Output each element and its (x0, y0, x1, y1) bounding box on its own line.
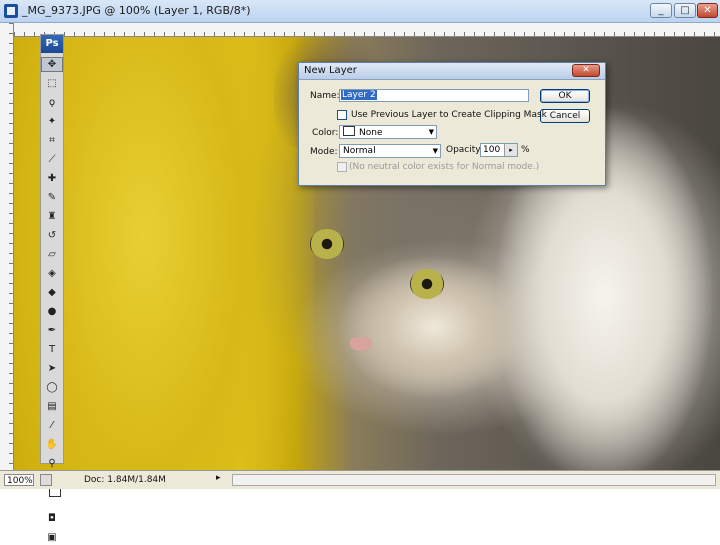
restore-button[interactable]: □ (674, 3, 696, 18)
cat-right-eye (410, 269, 444, 299)
shape-tool-icon[interactable]: ◯ (41, 380, 63, 395)
marquee-tool-icon[interactable]: ⬚ (41, 76, 63, 91)
minimize-button[interactable]: _ (650, 3, 672, 18)
opacity-input[interactable]: 100 ▸ (480, 143, 518, 157)
horizontal-scrollbar[interactable] (232, 474, 716, 486)
dialog-titlebar: New Layer ✕ (299, 63, 605, 80)
brush-tool-icon[interactable]: ✎ (41, 190, 63, 205)
history-brush-tool-icon[interactable]: ↺ (41, 228, 63, 243)
dialog-close-button[interactable]: ✕ (572, 64, 600, 77)
healing-brush-tool-icon[interactable]: ✚ (41, 171, 63, 186)
paint-bucket-tool-icon[interactable]: ◈ (41, 266, 63, 281)
status-menu-arrow-icon[interactable]: ▸ (216, 473, 221, 483)
move-tool-icon[interactable]: ✥ (41, 57, 63, 72)
layer-name-value: Layer 2 (341, 90, 377, 100)
photoshop-doc-icon (4, 4, 18, 18)
magic-wand-tool-icon[interactable]: ✦ (41, 114, 63, 129)
eyedropper-tool-icon[interactable]: ⁄ (41, 418, 63, 433)
slice-tool-icon[interactable]: ⟋ (41, 152, 63, 167)
screen-mode-icon[interactable]: ▣ (41, 530, 63, 545)
dodge-tool-icon[interactable]: ● (41, 304, 63, 319)
crop-tool-icon[interactable]: ⌗ (41, 133, 63, 148)
type-tool-icon[interactable]: T (41, 342, 63, 357)
notes-tool-icon[interactable]: ▤ (41, 399, 63, 414)
mode-label: Mode: (310, 147, 338, 157)
window-title: _MG_9373.JPG @ 100% (Layer 1, RGB/8*) (22, 4, 251, 17)
clipping-mask-checkbox[interactable] (337, 110, 347, 120)
status-bar: 100% Doc: 1.84M/1.84M ▸ (0, 470, 720, 489)
neutral-color-label: (No neutral color exists for Normal mode… (349, 162, 540, 172)
doc-size: Doc: 1.84M/1.84M (84, 475, 166, 485)
horizontal-ruler[interactable] (14, 23, 720, 37)
navigator-icon[interactable] (40, 474, 52, 486)
window-titlebar: _MG_9373.JPG @ 100% (Layer 1, RGB/8*) _ … (0, 0, 720, 23)
hand-tool-icon[interactable]: ✋ (41, 437, 63, 452)
dialog-title: New Layer (304, 65, 357, 76)
ps-logo[interactable]: Ps (41, 35, 63, 53)
color-select[interactable]: None ▼ (339, 125, 437, 139)
cancel-button[interactable]: Cancel (540, 109, 590, 123)
clipping-mask-label: Use Previous Layer to Create Clipping Ma… (351, 110, 547, 120)
opacity-label: Opacity: (446, 145, 483, 155)
zoom-field[interactable]: 100% (4, 474, 34, 486)
chevron-down-icon: ▼ (428, 128, 434, 136)
opacity-dropdown-icon[interactable]: ▸ (504, 144, 517, 156)
tools-panel: Ps ✥ ⬚ ϙ ✦ ⌗ ⟋ ✚ ✎ ♜ ↺ ▱ ◈ ◆ ● ✒ T ➤ ◯ ▤ ⁄ ✋ ⚲ ◘ ▣ (40, 34, 64, 543)
color-swatch-icon (343, 126, 355, 136)
lasso-tool-icon[interactable]: ϙ (41, 95, 63, 110)
name-label: Name: (310, 91, 340, 101)
quick-mask-icon[interactable]: ◘ (41, 511, 63, 526)
vertical-ruler[interactable] (0, 23, 14, 470)
mode-select[interactable]: Normal ▼ (339, 144, 441, 158)
close-button[interactable]: ✕ (697, 3, 718, 18)
clone-stamp-tool-icon[interactable]: ♜ (41, 209, 63, 224)
cat-nose (350, 337, 372, 351)
ok-button[interactable]: OK (540, 89, 590, 103)
opacity-unit: % (521, 145, 530, 155)
layer-name-input[interactable]: Layer 2 (339, 89, 529, 102)
cat-left-eye (310, 229, 344, 259)
pen-tool-icon[interactable]: ✒ (41, 323, 63, 338)
blur-tool-icon[interactable]: ◆ (41, 285, 63, 300)
chevron-down-icon: ▼ (432, 147, 438, 155)
color-label: Color: (312, 128, 339, 138)
neutral-color-checkbox[interactable] (337, 162, 347, 172)
zoom-tool-icon[interactable]: ⚲ (41, 456, 63, 471)
path-selection-tool-icon[interactable]: ➤ (41, 361, 63, 376)
eraser-tool-icon[interactable]: ▱ (41, 247, 63, 262)
